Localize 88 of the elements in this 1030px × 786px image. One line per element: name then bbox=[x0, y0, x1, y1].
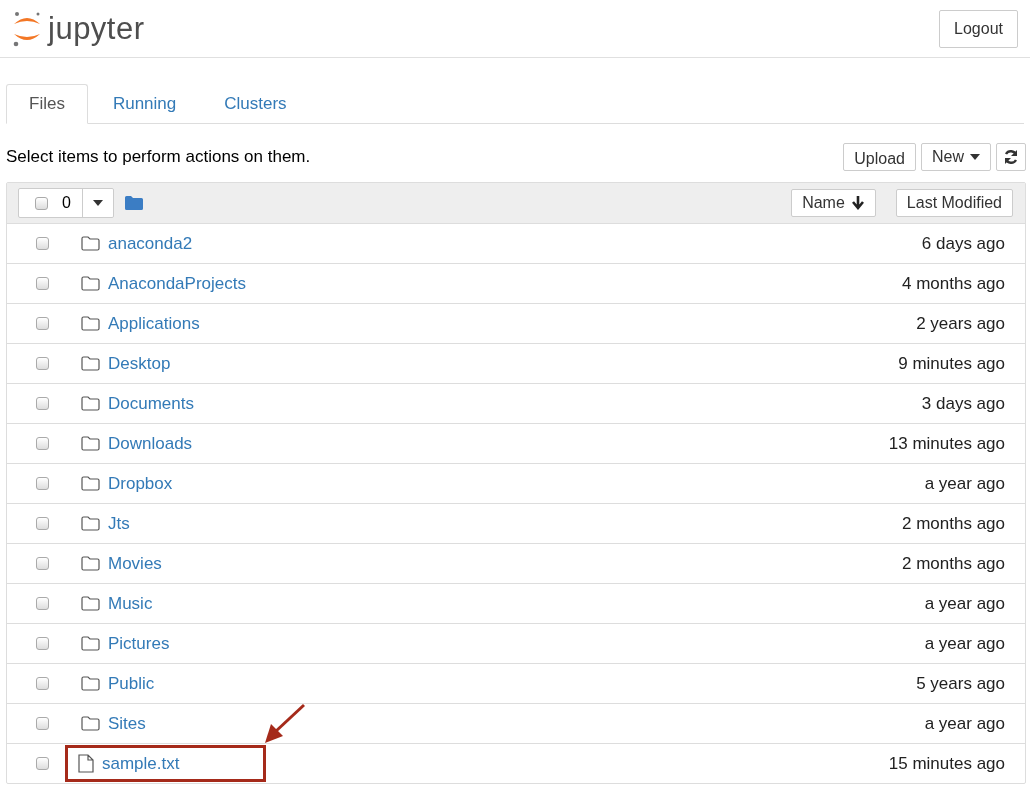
new-button[interactable]: New bbox=[921, 143, 991, 171]
file-row[interactable]: Jts 2 months ago bbox=[7, 504, 1025, 544]
file-row[interactable]: Desktop 9 minutes ago bbox=[7, 344, 1025, 384]
file-link[interactable]: sample.txt bbox=[102, 753, 180, 774]
file-link[interactable]: Desktop bbox=[108, 353, 171, 374]
modified-time: 9 minutes ago bbox=[898, 353, 1005, 374]
caret-icon bbox=[92, 200, 103, 206]
arrow-down-icon bbox=[850, 196, 865, 210]
sort-by-name-button[interactable]: Name bbox=[791, 189, 876, 217]
file-link[interactable]: Public bbox=[108, 673, 155, 694]
folder-icon bbox=[81, 636, 100, 651]
folder-icon bbox=[81, 396, 100, 411]
arrow-icon bbox=[263, 702, 308, 746]
instruction-text: Select items to perform actions on them. bbox=[6, 147, 311, 167]
file-link[interactable]: Music bbox=[108, 593, 153, 614]
checkbox[interactable] bbox=[36, 717, 49, 730]
upload-button[interactable]: Upload bbox=[843, 143, 916, 171]
checkbox[interactable] bbox=[36, 677, 49, 690]
file-link[interactable]: Dropbox bbox=[108, 473, 173, 494]
modified-time: a year ago bbox=[924, 593, 1005, 614]
file-row[interactable]: Downloads 13 minutes ago bbox=[7, 424, 1025, 464]
modified-time: a year ago bbox=[924, 473, 1005, 494]
modified-time: 2 months ago bbox=[902, 513, 1005, 534]
modified-time: a year ago bbox=[924, 713, 1005, 734]
file-link[interactable]: Movies bbox=[108, 553, 162, 574]
file-link[interactable]: Applications bbox=[108, 313, 200, 334]
modified-time: 13 minutes ago bbox=[888, 433, 1005, 454]
checkbox[interactable] bbox=[36, 277, 49, 290]
folder-icon bbox=[81, 236, 100, 251]
modified-time: 3 days ago bbox=[921, 393, 1005, 414]
file-row[interactable]: Applications 2 years ago bbox=[7, 304, 1025, 344]
sort-by-modified-button[interactable]: Last Modified bbox=[895, 189, 1013, 217]
file-row[interactable]: Music a year ago bbox=[7, 584, 1025, 624]
folder-icon bbox=[81, 356, 100, 371]
checkbox[interactable] bbox=[36, 397, 49, 410]
folder-icon bbox=[81, 596, 100, 611]
selected-count: 0 bbox=[62, 194, 71, 212]
checkbox[interactable] bbox=[36, 317, 49, 330]
checkbox[interactable] bbox=[36, 517, 49, 530]
checkbox[interactable] bbox=[36, 437, 49, 450]
file-row[interactable]: Movies 2 months ago bbox=[7, 544, 1025, 584]
modified-time: 6 days ago bbox=[921, 233, 1005, 254]
checkbox[interactable] bbox=[36, 237, 49, 250]
folder-icon bbox=[81, 316, 100, 331]
checkbox[interactable] bbox=[36, 757, 49, 770]
folder-icon bbox=[81, 556, 100, 571]
file-row[interactable]: AnacondaProjects 4 months ago bbox=[7, 264, 1025, 304]
refresh-icon bbox=[1003, 149, 1019, 165]
folder-icon bbox=[81, 276, 100, 291]
modified-time: a year ago bbox=[924, 633, 1005, 654]
file-row[interactable]: Documents 3 days ago bbox=[7, 384, 1025, 424]
tab[interactable]: Running bbox=[89, 84, 200, 124]
checkbox[interactable] bbox=[36, 557, 49, 570]
file-link[interactable]: Downloads bbox=[108, 433, 193, 454]
file-row[interactable]: Public 5 years ago bbox=[7, 664, 1025, 704]
checkbox[interactable] bbox=[35, 196, 48, 210]
file-link[interactable]: Documents bbox=[108, 393, 194, 414]
tab[interactable]: Clusters bbox=[201, 84, 310, 124]
file-link[interactable]: AnacondaProjects bbox=[108, 273, 246, 294]
modified-time: 2 years ago bbox=[916, 313, 1005, 334]
folder-icon bbox=[81, 516, 100, 531]
folder-icon bbox=[81, 716, 100, 731]
checkbox[interactable] bbox=[36, 357, 49, 370]
tab[interactable]: Files bbox=[6, 84, 88, 124]
caret-icon bbox=[970, 154, 980, 160]
checkbox[interactable] bbox=[36, 477, 49, 490]
folder-icon bbox=[81, 476, 100, 491]
modified-time: 2 months ago bbox=[902, 553, 1005, 574]
folder-icon bbox=[81, 676, 100, 691]
modified-time: 15 minutes ago bbox=[888, 753, 1005, 774]
file-link[interactable]: anaconda2 bbox=[108, 233, 193, 254]
file-link[interactable]: Jts bbox=[108, 513, 130, 534]
logo-icon bbox=[12, 9, 42, 48]
file-link[interactable]: Sites bbox=[108, 713, 146, 734]
folder-icon[interactable] bbox=[124, 196, 143, 210]
file-row[interactable]: Dropbox a year ago bbox=[7, 464, 1025, 504]
modified-time: 5 years ago bbox=[916, 673, 1005, 694]
file-link[interactable]: Pictures bbox=[108, 633, 170, 654]
logo-text: jupyter bbox=[48, 10, 145, 47]
refresh-button[interactable] bbox=[996, 143, 1026, 171]
logout-button[interactable]: Logout bbox=[939, 9, 1018, 48]
modified-time: 4 months ago bbox=[902, 273, 1005, 294]
checkbox[interactable] bbox=[36, 597, 49, 610]
file-icon bbox=[78, 754, 94, 773]
file-row[interactable]: Pictures a year ago bbox=[7, 624, 1025, 664]
folder-icon bbox=[81, 436, 100, 451]
checkbox[interactable] bbox=[36, 637, 49, 650]
file-row[interactable]: anaconda2 6 days ago bbox=[7, 224, 1025, 264]
